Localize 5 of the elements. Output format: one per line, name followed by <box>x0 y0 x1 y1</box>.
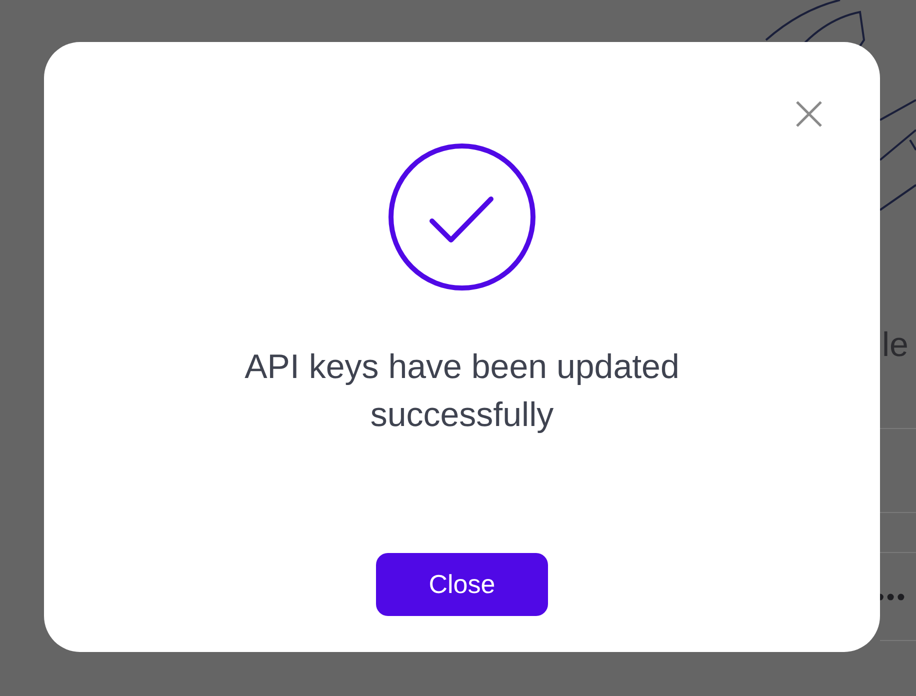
close-icon[interactable] <box>796 101 822 127</box>
success-message: API keys have been updated successfully <box>244 347 680 436</box>
check-circle-icon <box>388 143 536 291</box>
heading-text: le <box>882 326 908 365</box>
close-button[interactable]: Close <box>376 553 548 616</box>
